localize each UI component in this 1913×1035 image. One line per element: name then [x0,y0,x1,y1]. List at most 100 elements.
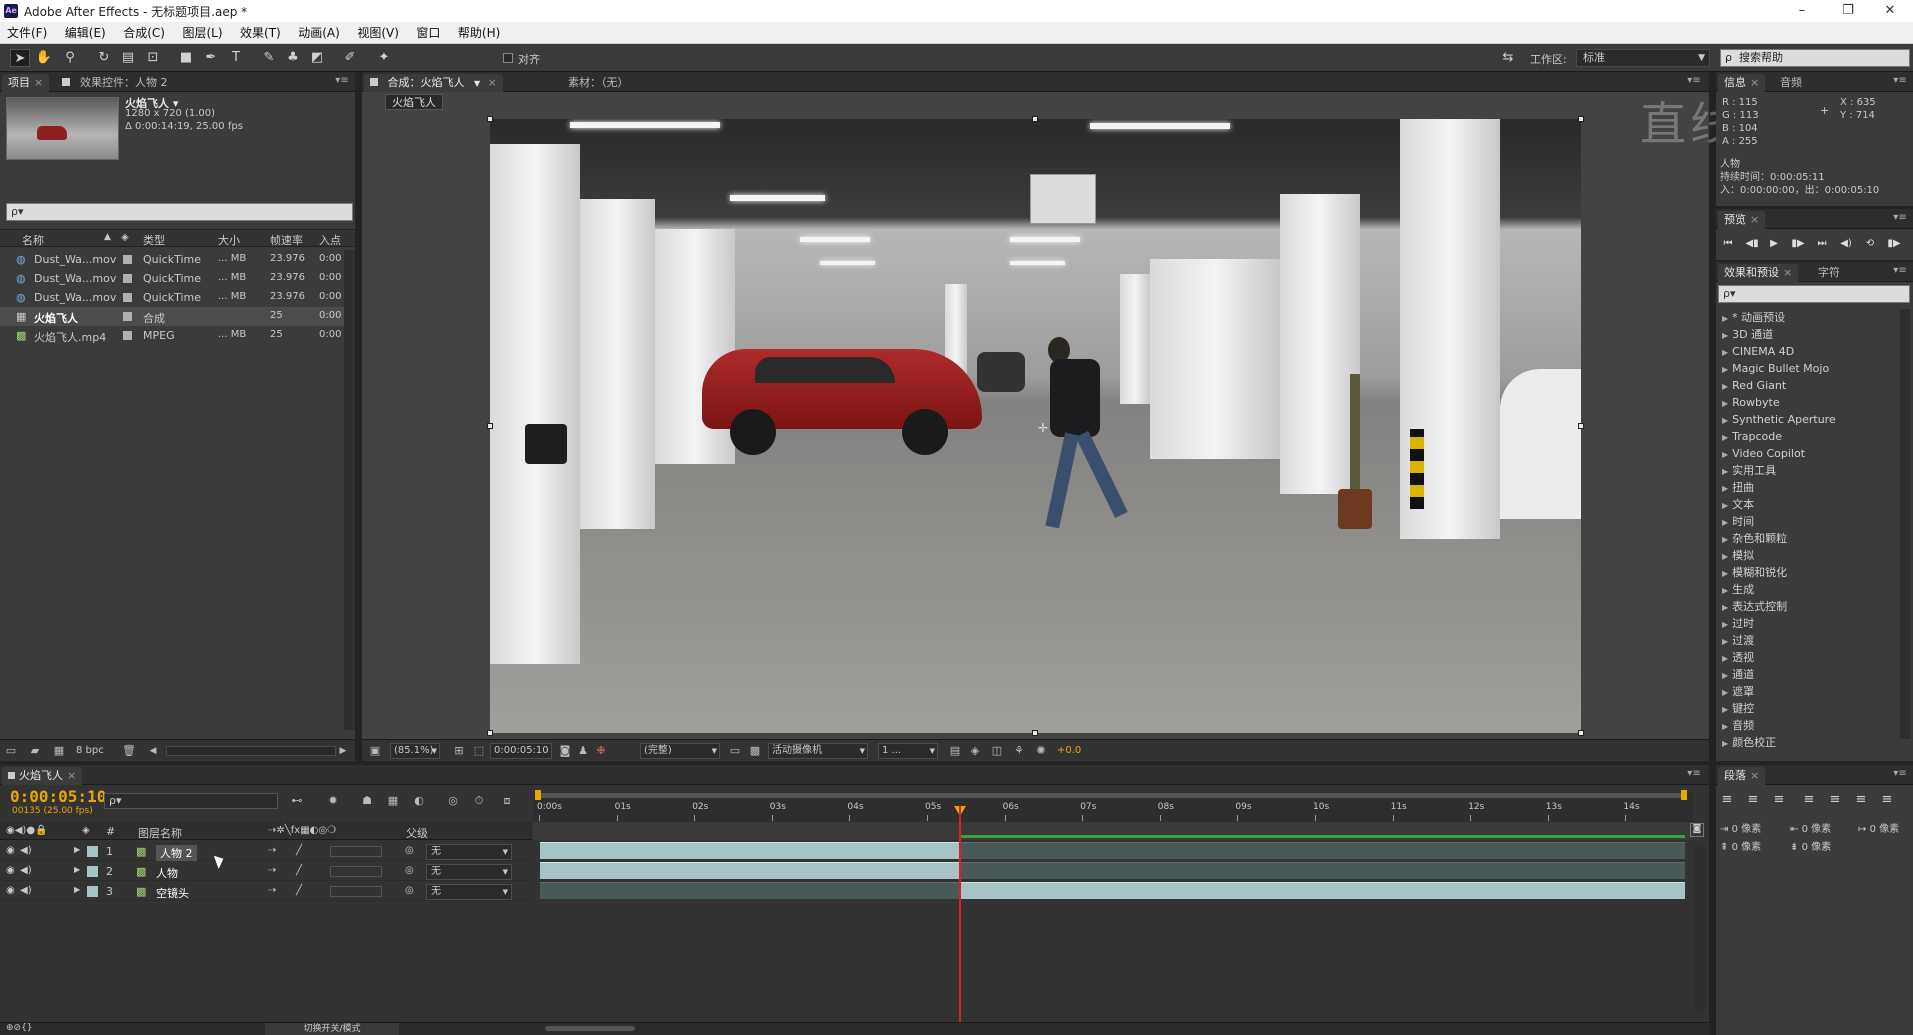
effect-category[interactable]: ▶ 杂色和颗粒 [1716,530,1906,547]
label-color-swatch[interactable] [87,846,98,857]
shy-layers-icon[interactable]: ▦ [386,794,400,808]
panel-menu-icon[interactable]: ▾≡ [335,75,349,87]
project-item[interactable]: ◍ Dust_Wa...mov QuickTime ... MB 23.976 0:00 [0,288,355,307]
project-item[interactable]: ▩ 火焰飞人.mp4 MPEG ... MB 25 0:00 [0,326,355,345]
effect-category[interactable]: ▶ 模糊和锐化 [1716,564,1906,581]
expand-triangle-icon[interactable]: ▶ [74,885,80,894]
trash-icon[interactable]: 🗑 [122,744,136,758]
fast-preview-icon[interactable]: ◈ [968,744,982,758]
pan-behind-tool-icon[interactable]: ⊡ [143,49,163,67]
align-center-icon[interactable]: ≡ [1744,792,1762,808]
col-parent[interactable]: 父级 [406,825,428,841]
expand-triangle-icon[interactable]: ▶ [1722,739,1728,748]
indent-right-field[interactable]: ⇤ 0 像素 [1790,820,1831,835]
ram-preview-icon[interactable]: ▮▶ [1886,238,1902,252]
effect-category[interactable]: ▶ 表达式控制 [1716,598,1906,615]
work-area-end-handle[interactable] [1681,790,1687,800]
layer-name[interactable]: 人物 [156,865,178,881]
audio-icon[interactable]: ◀) [20,845,32,856]
layer-bar-3[interactable] [960,882,1685,899]
av-features-icon[interactable]: ◉◀)●🔒 [6,825,48,836]
panel-menu-icon[interactable]: ▾≡ [1893,265,1907,277]
tab-effects-presets[interactable]: 效果和预设 × [1718,264,1799,282]
effects-search-input[interactable]: ρ▾ [1718,285,1910,303]
close-icon[interactable]: × [1750,213,1759,226]
effect-category[interactable]: ▶ 扭曲 [1716,479,1906,496]
effect-category[interactable]: ▶ Synthetic Aperture [1716,411,1906,428]
project-search-input[interactable]: ρ▾ [6,203,353,221]
maximize-button[interactable]: ❐ [1825,0,1871,22]
work-area-bar[interactable] [535,793,1687,798]
effect-category[interactable]: ▶ 实用工具 [1716,462,1906,479]
tab-audio[interactable]: 音频 [1774,74,1808,92]
expand-triangle-icon[interactable]: ▶ [1722,399,1728,408]
label-color-swatch[interactable] [123,255,132,264]
align-left-icon[interactable]: ≡ [1718,792,1736,808]
menu-effect[interactable]: 效果(T) [233,22,288,44]
expand-panes-icon[interactable]: ⊕⊘{} [6,1023,33,1033]
effect-category[interactable]: ▶ Rowbyte [1716,394,1906,411]
effect-category[interactable]: ▶ 生成 [1716,581,1906,598]
expand-triangle-icon[interactable]: ▶ [1722,518,1728,527]
expand-triangle-icon[interactable]: ▶ [1722,671,1728,680]
new-comp-icon[interactable]: ▦ [52,744,66,758]
col-in-point[interactable]: 入点 [319,232,341,248]
rectangle-tool-icon[interactable]: ■ [176,49,196,67]
region-of-interest-icon[interactable]: ▭ [728,744,742,758]
effect-category[interactable]: ▶ 时间 [1716,513,1906,530]
parent-select[interactable]: 无 ▼ [426,844,512,860]
timeline-toggle-icon[interactable]: ◫ [990,744,1004,758]
close-button[interactable]: ✕ [1867,0,1913,22]
expand-triangle-icon[interactable]: ▶ [1722,433,1728,442]
label-color-swatch[interactable] [123,312,132,321]
shy-switch-icon[interactable]: ⇢ [268,885,276,896]
always-preview-icon[interactable]: ▣ [368,744,382,758]
workspace-toggle-icon[interactable]: ⇆ [1497,49,1519,67]
toggle-switches-modes-button[interactable]: 切换开关/模式 [265,1023,399,1035]
layer-bar-1[interactable] [540,842,960,859]
toggle-pixel-aspect-icon[interactable]: ▤ [948,744,962,758]
motion-blur-icon[interactable]: ◎ [446,794,460,808]
label-color-swatch[interactable] [87,886,98,897]
scroll-right-icon[interactable]: ▶ [336,744,350,758]
layer-switches[interactable] [330,886,382,897]
pickwhip-icon[interactable]: ◎ [405,845,414,856]
pickwhip-icon[interactable]: ◎ [405,865,414,876]
resolution-select[interactable]: (完整) ▼ [640,743,720,759]
scroll-left-icon[interactable]: ◀ [146,744,160,758]
close-icon[interactable]: × [488,76,497,89]
justify-right-icon[interactable]: ≡ [1852,792,1870,808]
mask-visibility-icon[interactable]: ⬚ [472,744,486,758]
snap-checkbox[interactable] [503,53,513,63]
project-item[interactable]: ▦ 火焰飞人 合成 25 0:00 [0,307,355,326]
project-h-scrollbar[interactable] [166,746,336,756]
first-frame-icon[interactable]: ⏮ [1720,238,1736,252]
brush-tool-icon[interactable]: ✎ [259,49,279,67]
view-layout-select[interactable]: 1 ... ▼ [878,743,938,759]
menu-help[interactable]: 帮助(H) [451,22,507,44]
tab-project[interactable]: 项目 × [2,74,50,92]
panel-menu-icon[interactable]: ▾≡ [1687,75,1701,87]
selection-tool-icon[interactable]: ➤ [10,49,30,67]
comp-breadcrumb-chip[interactable]: 火焰飞人 [385,94,443,110]
expand-triangle-icon[interactable]: ▶ [1722,484,1728,493]
col-type[interactable]: 类型 [143,232,165,248]
tab-preview[interactable]: 预览 × [1718,211,1766,229]
tab-effect-controls[interactable]: 效果控件：人物 2 [56,74,174,92]
tab-footage[interactable]: 素材：（无） [562,74,635,92]
puppet-tool-icon[interactable]: ✦ [374,49,394,67]
close-icon[interactable]: × [1750,76,1759,89]
flowchart-icon[interactable]: ⚘ [1012,744,1026,758]
tab-character[interactable]: 字符 [1812,264,1846,282]
expand-triangle-icon[interactable]: ▶ [1722,569,1728,578]
close-icon[interactable]: × [1783,266,1792,279]
anchor-point-icon[interactable]: ✛ [1038,421,1048,435]
pickwhip-icon[interactable]: ◎ [405,885,414,896]
expand-triangle-icon[interactable]: ▶ [1722,331,1728,340]
comp-frame-video[interactable]: ✛ [490,119,1581,733]
effect-category[interactable]: ▶ 颜色校正 [1716,734,1906,751]
justify-all-icon[interactable]: ≡ [1878,792,1896,808]
work-area-start-handle[interactable] [535,790,541,800]
close-icon[interactable]: × [1750,769,1759,782]
frame-handle[interactable] [487,423,493,429]
